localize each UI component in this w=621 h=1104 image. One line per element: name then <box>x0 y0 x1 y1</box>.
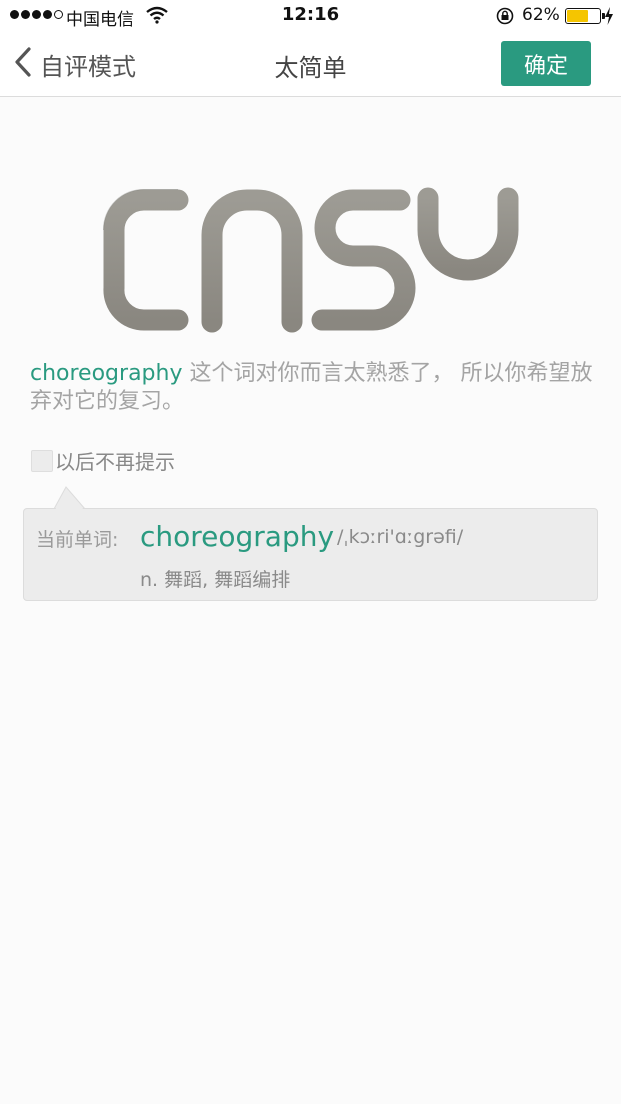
description-text: choreography 这个词对你而言太熟悉了， 所以你希望放弃对它的复习。 <box>30 360 595 416</box>
back-button-label: 自评模式 <box>40 52 136 81</box>
charging-icon <box>604 7 614 30</box>
dont-remind-checkbox[interactable] <box>31 449 53 472</box>
dont-remind-label: 以后不再提示 <box>55 450 175 474</box>
status-bar: 中国电信 12:16 62% <box>0 0 621 32</box>
card-pointer <box>53 486 86 510</box>
current-word-label: 当前单词: <box>36 529 119 551</box>
battery-icon <box>565 8 605 24</box>
chevron-left-icon <box>14 46 32 82</box>
current-word: choreography <box>140 520 335 553</box>
word-definition: n. 舞蹈, 舞蹈编排 <box>140 569 291 591</box>
hero-text: EASY <box>525 180 526 181</box>
back-button[interactable]: 自评模式 <box>14 46 136 82</box>
dont-remind-option[interactable]: 以后不再提示 <box>31 446 175 475</box>
confirm-button[interactable]: 确定 <box>501 41 591 86</box>
easy-hero-graphic: EASY <box>100 180 525 340</box>
description-word: choreography <box>30 361 183 386</box>
navigation-bar: 自评模式 太简单 确定 <box>0 32 621 97</box>
current-word-card: 当前单词: choreography /ˌkɔːri'ɑːgrəfi/ n. 舞… <box>23 508 598 601</box>
word-phonetic: /ˌkɔːri'ɑːgrəfi/ <box>337 526 464 548</box>
battery-percentage: 62% <box>522 5 560 25</box>
orientation-lock-icon <box>496 7 514 30</box>
